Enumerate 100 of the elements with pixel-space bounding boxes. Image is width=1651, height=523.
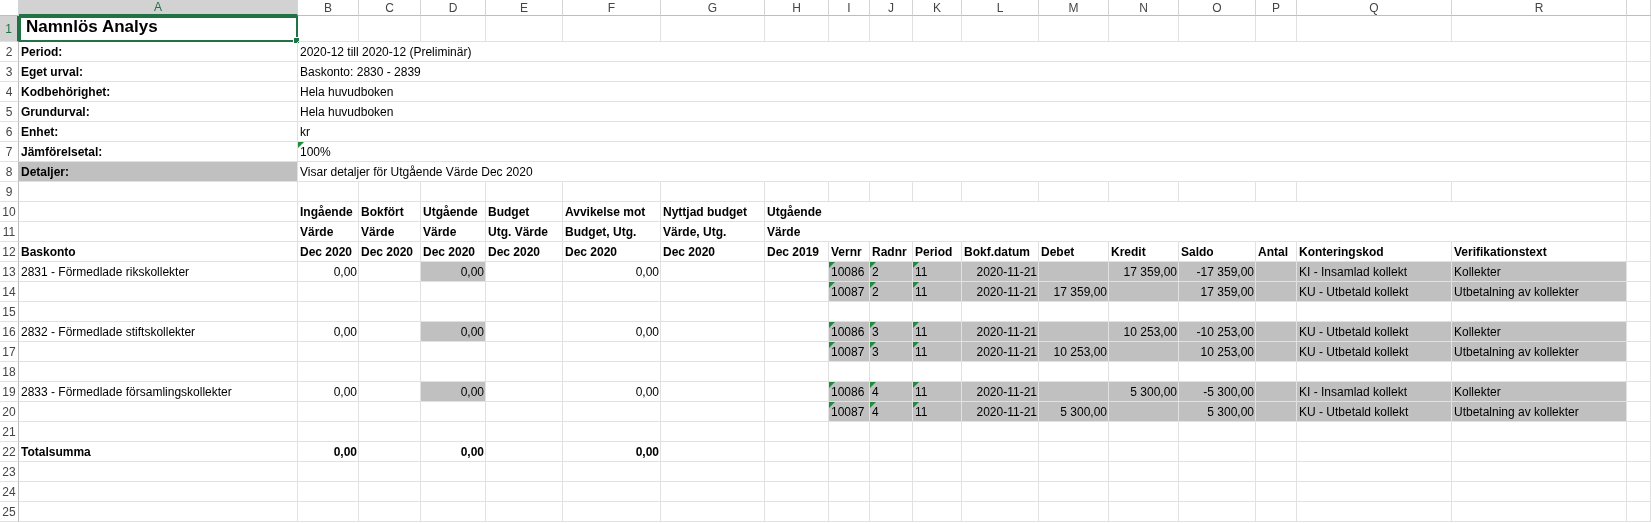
column-header[interactable]: B <box>298 0 359 16</box>
empty-cell[interactable] <box>1179 182 1256 202</box>
table-cell[interactable]: Dec 2020 <box>563 242 661 262</box>
empty-cell[interactable] <box>913 502 962 522</box>
empty-cell[interactable] <box>661 382 765 402</box>
column-header[interactable]: Q <box>1297 0 1452 16</box>
row-header[interactable]: 14 <box>0 282 19 302</box>
table-cell[interactable]: Utgående <box>421 202 486 222</box>
table-cell[interactable]: 2020-11-21 <box>962 342 1039 362</box>
empty-cell[interactable] <box>1039 422 1109 442</box>
table-cell[interactable]: Kodbehörighet: <box>19 82 298 102</box>
empty-cell[interactable] <box>661 402 765 422</box>
empty-cell[interactable] <box>359 422 421 442</box>
table-cell[interactable]: 100% <box>298 142 1627 162</box>
table-cell[interactable]: 2020-12 till 2020-12 (Preliminär) <box>298 42 1627 62</box>
row-header[interactable]: 11 <box>0 222 19 242</box>
shaded-cell[interactable] <box>1109 342 1179 362</box>
empty-cell[interactable] <box>1452 442 1627 462</box>
empty-cell[interactable] <box>421 16 486 42</box>
empty-cell[interactable] <box>1627 182 1651 202</box>
table-cell[interactable]: Utgående <box>765 202 1627 222</box>
table-cell[interactable]: Dec 2020 <box>486 242 563 262</box>
table-cell[interactable]: Budget, Utg. <box>563 222 661 242</box>
table-cell[interactable]: KU - Utbetald kollekt <box>1297 282 1452 302</box>
empty-cell[interactable] <box>1627 422 1651 442</box>
table-cell[interactable]: 5 300,00 <box>1179 402 1256 422</box>
column-header[interactable]: L <box>962 0 1039 16</box>
empty-cell[interactable] <box>486 462 563 482</box>
empty-cell[interactable] <box>298 362 359 382</box>
empty-cell[interactable] <box>486 482 563 502</box>
empty-cell[interactable] <box>298 462 359 482</box>
empty-cell[interactable] <box>298 482 359 502</box>
empty-cell[interactable] <box>913 422 962 442</box>
empty-cell[interactable] <box>661 302 765 322</box>
empty-cell[interactable] <box>1627 62 1651 82</box>
empty-cell[interactable] <box>661 342 765 362</box>
empty-cell[interactable] <box>913 182 962 202</box>
empty-cell[interactable] <box>1109 502 1179 522</box>
empty-cell[interactable] <box>829 442 870 462</box>
empty-cell[interactable] <box>486 402 563 422</box>
empty-cell[interactable] <box>19 182 298 202</box>
empty-cell[interactable] <box>913 482 962 502</box>
column-header[interactable]: D <box>421 0 486 16</box>
empty-cell[interactable] <box>870 482 913 502</box>
table-cell[interactable]: Kollekter <box>1452 322 1627 342</box>
shaded-cell[interactable] <box>1039 322 1109 342</box>
table-cell[interactable]: Baskonto <box>19 242 298 262</box>
empty-cell[interactable] <box>1627 362 1651 382</box>
table-cell[interactable]: 11 <box>913 322 962 342</box>
empty-cell[interactable] <box>1297 502 1452 522</box>
table-cell[interactable]: 11 <box>913 262 962 282</box>
table-cell[interactable]: 0,00 <box>563 442 661 462</box>
table-cell[interactable]: Avvikelse mot <box>563 202 661 222</box>
empty-cell[interactable] <box>829 482 870 502</box>
empty-cell[interactable] <box>765 362 829 382</box>
shaded-cell[interactable] <box>1039 382 1109 402</box>
empty-cell[interactable] <box>19 282 298 302</box>
empty-cell[interactable] <box>19 482 298 502</box>
empty-cell[interactable] <box>1627 42 1651 62</box>
empty-cell[interactable] <box>829 182 870 202</box>
empty-cell[interactable] <box>359 302 421 322</box>
empty-cell[interactable] <box>563 282 661 302</box>
row-header[interactable]: 9 <box>0 182 19 202</box>
row-header[interactable]: 10 <box>0 202 19 222</box>
empty-cell[interactable] <box>1179 16 1256 42</box>
empty-cell[interactable] <box>1179 422 1256 442</box>
column-header[interactable]: C <box>359 0 421 16</box>
table-cell[interactable]: Hela huvudboken <box>298 102 1627 122</box>
table-cell[interactable]: 3 <box>870 342 913 362</box>
table-cell[interactable]: Utbetalning av kollekter <box>1452 342 1627 362</box>
empty-cell[interactable] <box>1627 142 1651 162</box>
empty-cell[interactable] <box>1627 122 1651 142</box>
empty-cell[interactable] <box>870 442 913 462</box>
empty-cell[interactable] <box>661 16 765 42</box>
empty-cell[interactable] <box>359 442 421 462</box>
column-header[interactable]: G <box>661 0 765 16</box>
empty-cell[interactable] <box>486 182 563 202</box>
empty-cell[interactable] <box>1256 182 1297 202</box>
empty-cell[interactable] <box>1627 302 1651 322</box>
table-cell[interactable]: Värde <box>765 222 1627 242</box>
empty-cell[interactable] <box>359 502 421 522</box>
empty-cell[interactable] <box>1627 202 1651 222</box>
empty-cell[interactable] <box>1256 502 1297 522</box>
row-header[interactable]: 25 <box>0 502 19 522</box>
empty-cell[interactable] <box>1627 242 1651 262</box>
table-cell[interactable]: 0,00 <box>421 262 486 282</box>
empty-cell[interactable] <box>1297 16 1452 42</box>
empty-cell[interactable] <box>359 282 421 302</box>
table-cell[interactable]: 0,00 <box>298 322 359 342</box>
empty-cell[interactable] <box>1256 16 1297 42</box>
empty-cell[interactable] <box>913 442 962 462</box>
table-cell[interactable]: Detaljer: <box>19 162 298 182</box>
table-cell[interactable]: 10 253,00 <box>1109 322 1179 342</box>
empty-cell[interactable] <box>661 262 765 282</box>
row-header[interactable]: 23 <box>0 462 19 482</box>
table-cell[interactable]: kr <box>298 122 1627 142</box>
table-cell[interactable]: KU - Utbetald kollekt <box>1297 342 1452 362</box>
empty-cell[interactable] <box>661 362 765 382</box>
table-cell[interactable]: 0,00 <box>421 382 486 402</box>
shaded-cell[interactable] <box>1256 262 1297 282</box>
